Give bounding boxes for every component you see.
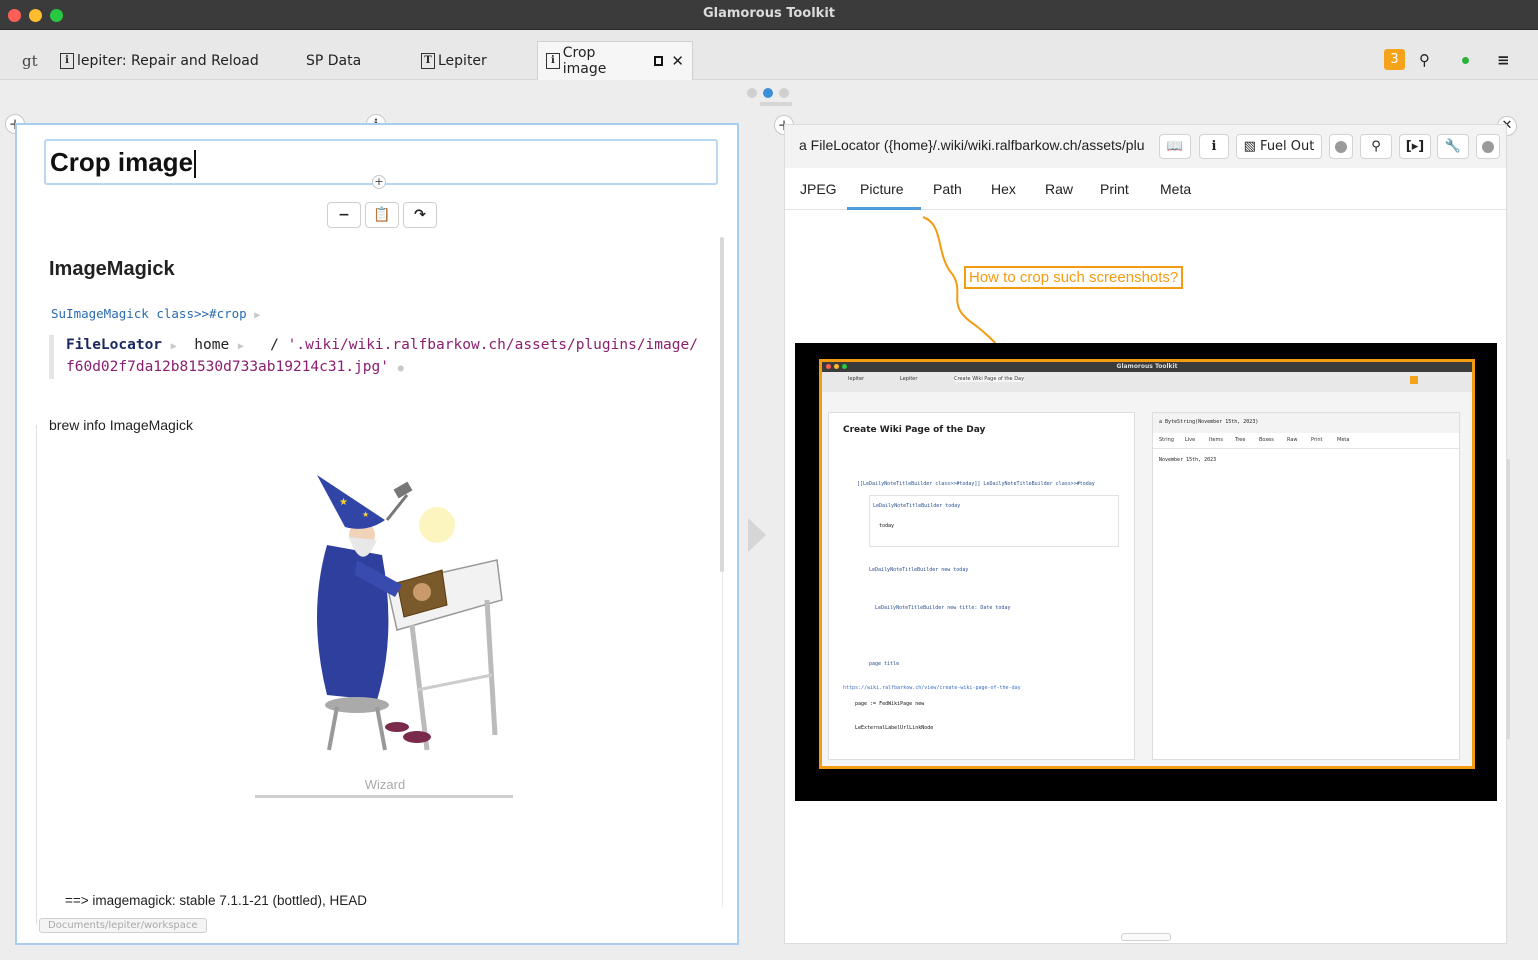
image-caption: Wizard	[364, 777, 406, 792]
expand-right-arrow-icon[interactable]	[748, 518, 766, 552]
expand-triangle-icon[interactable]: ▶	[238, 341, 244, 352]
mini-string-value: November 15th, 2023	[1159, 457, 1217, 463]
code-path-line1: '.wiki/wiki.ralfbarkow.ch/assets/plugins…	[287, 337, 698, 353]
tab-crop-image[interactable]: i Crop image ✕	[537, 41, 693, 80]
info-page-icon: i	[60, 52, 74, 69]
tab-sp-data[interactable]: SP Data	[298, 41, 369, 80]
code-slash: /	[270, 337, 279, 353]
maximize-tab-icon[interactable]	[653, 56, 664, 66]
annotation-callout: How to crop such screenshots?	[964, 266, 1184, 289]
notification-badge[interactable]: 3	[1384, 49, 1405, 70]
mini-view-tab: Tree	[1235, 437, 1246, 443]
tab-label: SP Data	[306, 52, 362, 69]
code-path-line2: f60d02f7da12b81530d733ab19214c31.jpg'	[66, 359, 390, 375]
text-page-icon: T	[421, 52, 435, 69]
vertical-scrollbar[interactable]	[720, 237, 724, 572]
add-snippet-icon[interactable]: +	[372, 175, 386, 189]
vertical-scrollbar[interactable]	[1507, 459, 1510, 739]
mini-view-tab: Print	[1311, 437, 1323, 443]
mini-tab: lepiter	[848, 376, 865, 382]
mini-view-tab: Meta	[1337, 437, 1350, 443]
info-page-icon: i	[546, 53, 560, 69]
mini-view-tab: Raw	[1287, 437, 1298, 443]
section-heading: ImageMagick	[49, 258, 175, 280]
svg-text:★: ★	[362, 510, 369, 519]
mini-code-line: LeDailyNoteTitleBuilder today	[873, 503, 961, 509]
mini-code-line: today	[879, 523, 895, 529]
expand-triangle-icon[interactable]: ▶	[171, 341, 177, 352]
tab-label: Crop image	[562, 45, 607, 77]
pharo-code-snippet[interactable]: FileLocator ▶ home ▶ / '.wiki/wiki.ralfb…	[49, 335, 709, 379]
window-titlebar: Glamorous Toolkit	[0, 0, 1538, 30]
mini-view-tab: Items	[1209, 437, 1223, 443]
mini-left-page: Create Wiki Page of the Day [[LeDailyNot…	[828, 412, 1135, 760]
brew-command-text: brew info ImageMagick	[49, 417, 193, 433]
callout-connector	[922, 216, 1014, 362]
status-dot-icon	[1462, 57, 1469, 64]
workspace-path-label[interactable]: Documents/lepiter/workspace	[39, 918, 207, 933]
mini-tabbar	[822, 372, 1472, 392]
brew-output-text: ==> imagemagick: stable 7.1.1-21 (bottle…	[65, 893, 368, 908]
wizard-illustration: ★ ★	[317, 475, 503, 751]
text-caret	[194, 150, 196, 179]
mini-tab: Create Wiki Page of the Day	[954, 376, 1025, 382]
gt-logo-icon[interactable]: gt	[22, 52, 38, 70]
lepiter-page: Crop image + − 📋 ↷ ImageMagick SuImageMa…	[15, 123, 739, 945]
method-link-text: SuImageMagick class>>#crop	[51, 306, 247, 321]
hamburger-menu-icon[interactable]: ≡	[1497, 51, 1510, 69]
mini-code-line: LeExternalLabelUrlLinkNode	[855, 725, 934, 731]
code-home: home	[194, 337, 230, 353]
expand-triangle-icon[interactable]: ▶	[254, 310, 260, 321]
mini-inspector-title: a ByteString(November 15th, 2023)	[1159, 419, 1259, 425]
mini-code-line: LeDailyNoteTitleBuilder new today	[869, 567, 969, 573]
pager-scroll[interactable]	[760, 102, 792, 106]
tab-label: lepiter: Repair and Reload	[77, 52, 259, 69]
mini-titlebar: Glamorous Toolkit	[822, 362, 1472, 372]
mini-inspector-header: a ByteString(November 15th, 2023)	[1153, 413, 1459, 433]
pager-dot-active[interactable]	[763, 88, 773, 98]
pager-dot[interactable]	[747, 88, 757, 98]
code-class-name: FileLocator	[66, 337, 163, 353]
share-arrow-icon[interactable]: ↷	[403, 202, 437, 228]
window-title: Glamorous Toolkit	[702, 6, 835, 21]
tab-lepiter-repair[interactable]: i lepiter: Repair and Reload	[52, 41, 267, 80]
mini-view-tab: Boxes	[1259, 437, 1274, 443]
method-link[interactable]: SuImageMagick class>>#crop ▶	[51, 306, 260, 321]
mini-code-line: [[LeDailyNoteTitleBuilder class>>#today]…	[857, 481, 1095, 487]
close-tab-icon[interactable]: ✕	[671, 52, 684, 70]
tab-bar: gt i lepiter: Repair and Reload SP Data …	[0, 30, 1538, 80]
mini-code-line: page := FedWikiPage new	[855, 701, 925, 707]
horizontal-scroll-handle[interactable]	[1121, 933, 1171, 941]
svg-text:★: ★	[339, 497, 348, 508]
mini-view-tab: Live	[1185, 437, 1196, 443]
mini-page-title: Create Wiki Page of the Day	[843, 425, 986, 435]
remove-snippet-button[interactable]: −	[327, 202, 361, 228]
pager-dot[interactable]	[779, 88, 789, 98]
mini-code-line: page title	[869, 661, 900, 667]
result-dot-icon[interactable]: ●	[398, 363, 404, 374]
fold-guide	[36, 425, 37, 925]
mini-right-page: a ByteString(November 15th, 2023) String…	[1152, 412, 1460, 760]
mini-tab: Lepiter	[900, 376, 918, 382]
clipboard-icon[interactable]: 📋	[365, 202, 399, 228]
caption-underline	[255, 795, 513, 798]
page-title-text: Crop image	[50, 147, 194, 177]
mini-view-tab: String	[1159, 437, 1174, 443]
search-icon[interactable]: ⚲	[1419, 51, 1430, 69]
mini-code-line: LeDailyNoteTitleBuilder new title: Date …	[875, 605, 1011, 611]
mini-code-line: https://wiki.ralfbarkow.ch/view/create-w…	[843, 685, 1021, 691]
inspector-pane: a FileLocator ({home}/.wiki/wiki.ralfbar…	[784, 124, 1510, 944]
tab-label: Lepiter	[438, 52, 487, 69]
embedded-screenshot[interactable]: Glamorous Toolkit lepiter Lepiter Create…	[819, 359, 1475, 769]
mini-window-title: Glamorous Toolkit	[1116, 363, 1178, 370]
mini-view-tabs: String Live Items Tree Boxes Raw Print M…	[1153, 433, 1459, 449]
mini-badge	[1410, 376, 1418, 384]
tab-lepiter[interactable]: T Lepiter	[413, 41, 495, 80]
